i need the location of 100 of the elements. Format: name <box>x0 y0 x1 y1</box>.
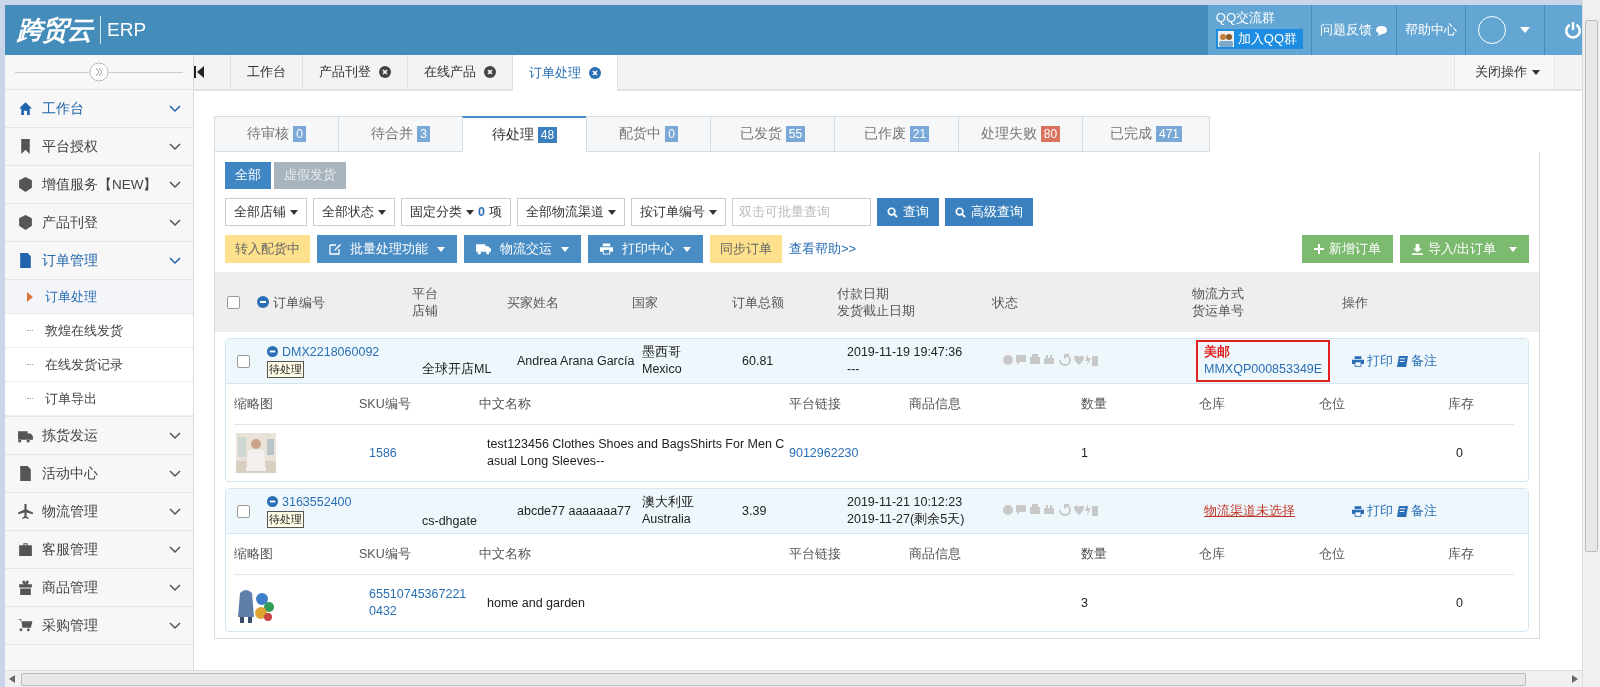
country-cell-text: 墨西哥 Mexico <box>642 344 683 378</box>
status-tab[interactable]: 待审核 0 <box>214 116 338 152</box>
sidebar-item[interactable]: 客服管理 <box>5 531 193 569</box>
power-icon[interactable] <box>1564 21 1582 39</box>
item-column-header: 商品信息 <box>909 395 962 413</box>
collapse-all-icon[interactable] <box>257 296 269 308</box>
product-name-cell-text: home and garden <box>486 594 586 612</box>
filter-dropdown[interactable]: 全部状态 <box>313 198 395 226</box>
item-column-header: 缩略图 <box>234 395 274 413</box>
page-tab[interactable]: 订单处理 <box>513 55 618 91</box>
page-tab[interactable]: 工作台 <box>231 55 303 89</box>
header-link[interactable]: 帮助中心 <box>1397 5 1465 55</box>
column-header: 订单总额 <box>732 293 784 311</box>
sidebar-item[interactable]: 产品刊登 <box>5 204 193 242</box>
status-tab[interactable]: 待合并 3 <box>338 116 462 152</box>
row-action-link[interactable]: 备注 <box>1397 502 1437 520</box>
submenu-item[interactable]: 订单处理 <box>5 280 193 314</box>
sidebar-item[interactable]: 拣货发运 <box>5 417 193 455</box>
close-icon[interactable] <box>484 66 496 78</box>
category-dropdown[interactable]: 固定分类 0 项 <box>401 198 511 226</box>
filter-dropdown[interactable]: 按订单编号 <box>630 198 726 226</box>
truck-icon <box>476 243 491 255</box>
status-tab[interactable]: 已作废 21 <box>834 116 958 152</box>
collapse-icon[interactable] <box>267 346 278 357</box>
sidebar-icon <box>17 465 34 482</box>
status-tab[interactable]: 处理失败 80 <box>958 116 1082 152</box>
printer-icon <box>1352 505 1364 517</box>
status-tab[interactable]: 已发货 55 <box>710 116 834 152</box>
submenu-item[interactable]: 订单导出 <box>5 382 193 416</box>
sidebar-icon <box>17 503 34 520</box>
filter-dropdown[interactable]: 全部店铺 <box>225 198 307 226</box>
join-qq-button[interactable]: 加入QQ群 <box>1215 29 1303 49</box>
download-icon <box>1411 243 1423 255</box>
row-action-link[interactable]: 打印 <box>1352 352 1393 370</box>
item-column-header: 中文名称 <box>479 545 532 563</box>
sidebar-item[interactable]: 平台授权 <box>5 128 193 166</box>
caret-icon[interactable] <box>1520 27 1530 33</box>
sku-link[interactable]: 655107453672210432 <box>359 586 479 620</box>
sidebar-icon <box>17 100 34 117</box>
first-tab-icon[interactable] <box>194 66 204 78</box>
sidebar-item[interactable]: 采购管理 <box>5 607 193 645</box>
page-tab[interactable]: 产品刊登 <box>303 55 408 89</box>
sidebar-item[interactable]: 增值服务【NEW】 <box>5 166 193 204</box>
row-checkbox[interactable] <box>237 354 250 368</box>
sidebar-item[interactable]: 活动中心 <box>5 455 193 493</box>
action-button[interactable]: 同步订单 <box>710 235 782 263</box>
row-action-link[interactable]: 打印 <box>1352 502 1393 520</box>
sidebar-item[interactable]: 工作台 <box>5 90 193 128</box>
filter-type-button[interactable]: 全部 <box>225 162 271 189</box>
sidebar-item[interactable]: 商品管理 <box>5 569 193 607</box>
note-icon <box>1397 355 1408 367</box>
action-button[interactable]: 转入配货中 <box>225 235 310 263</box>
caret-icon <box>607 209 616 215</box>
search-button[interactable]: 查询 <box>876 198 939 226</box>
sidebar-icon <box>17 579 34 596</box>
status-tab[interactable]: 配货中 0 <box>586 116 710 152</box>
caret-icon <box>708 209 717 215</box>
vertical-scrollbar[interactable] <box>1582 0 1600 687</box>
order-number-link[interactable]: 3163552400 <box>282 494 352 509</box>
sidebar-icon <box>17 176 34 193</box>
product-name: ERP <box>106 19 147 41</box>
item-column-header: 数量 <box>1080 545 1108 563</box>
close-icon[interactable] <box>379 66 391 78</box>
count-badge: 0 <box>293 126 306 142</box>
count-badge: 21 <box>909 126 930 142</box>
close-icon[interactable] <box>589 67 601 79</box>
submenu-item[interactable]: 在线发货记录 <box>5 348 193 382</box>
note-icon <box>1397 505 1408 517</box>
sidebar-icon <box>17 541 34 558</box>
column-header: 操作 <box>1342 293 1368 311</box>
search-button[interactable]: 高级查询 <box>944 198 1033 226</box>
action-menu-button[interactable]: 物流交运 <box>464 235 581 263</box>
scroll-left-icon[interactable] <box>9 675 15 683</box>
count-badge: 55 <box>785 126 806 142</box>
action-menu-button[interactable]: 打印中心 <box>588 235 703 263</box>
header-link[interactable]: 问题反馈 <box>1312 5 1396 55</box>
edit-icon <box>329 243 341 255</box>
order-number-link[interactable]: DMX2218060092 <box>282 344 380 359</box>
caret-icon <box>683 246 691 252</box>
sidebar-item[interactable]: 物流管理 <box>5 493 193 531</box>
status-tab[interactable]: 待处理 48 <box>462 116 586 152</box>
scroll-right-icon[interactable] <box>1572 675 1578 683</box>
platform-link[interactable]: 9012962230 <box>789 446 859 460</box>
action-menu-button[interactable]: 批量处理功能 <box>317 235 457 263</box>
row-checkbox[interactable] <box>237 504 250 518</box>
tracking-number-link[interactable]: MMXQP000853349E <box>1204 361 1323 378</box>
row-action-link[interactable]: 备注 <box>1397 352 1437 370</box>
shipping-unselected-link[interactable]: 物流渠道未选择 <box>1202 500 1297 522</box>
status-tab[interactable]: 已完成 471 <box>1082 116 1210 152</box>
collapse-icon[interactable] <box>267 496 278 507</box>
help-link[interactable]: 查看帮助>> <box>789 240 857 258</box>
chevron-icon <box>169 545 181 554</box>
filter-dropdown[interactable]: 全部物流渠道 <box>516 198 625 226</box>
horizontal-scrollbar[interactable] <box>5 670 1582 687</box>
select-all-checkbox[interactable] <box>227 295 240 309</box>
quantity-cell-text: 1 <box>1080 446 1089 460</box>
search-field[interactable]: 双击可批量查询 <box>731 198 871 226</box>
submenu-item[interactable]: 敦煌在线发货 <box>5 314 193 348</box>
sku-link[interactable]: 1586 <box>359 444 479 462</box>
chevron-icon <box>169 469 181 478</box>
